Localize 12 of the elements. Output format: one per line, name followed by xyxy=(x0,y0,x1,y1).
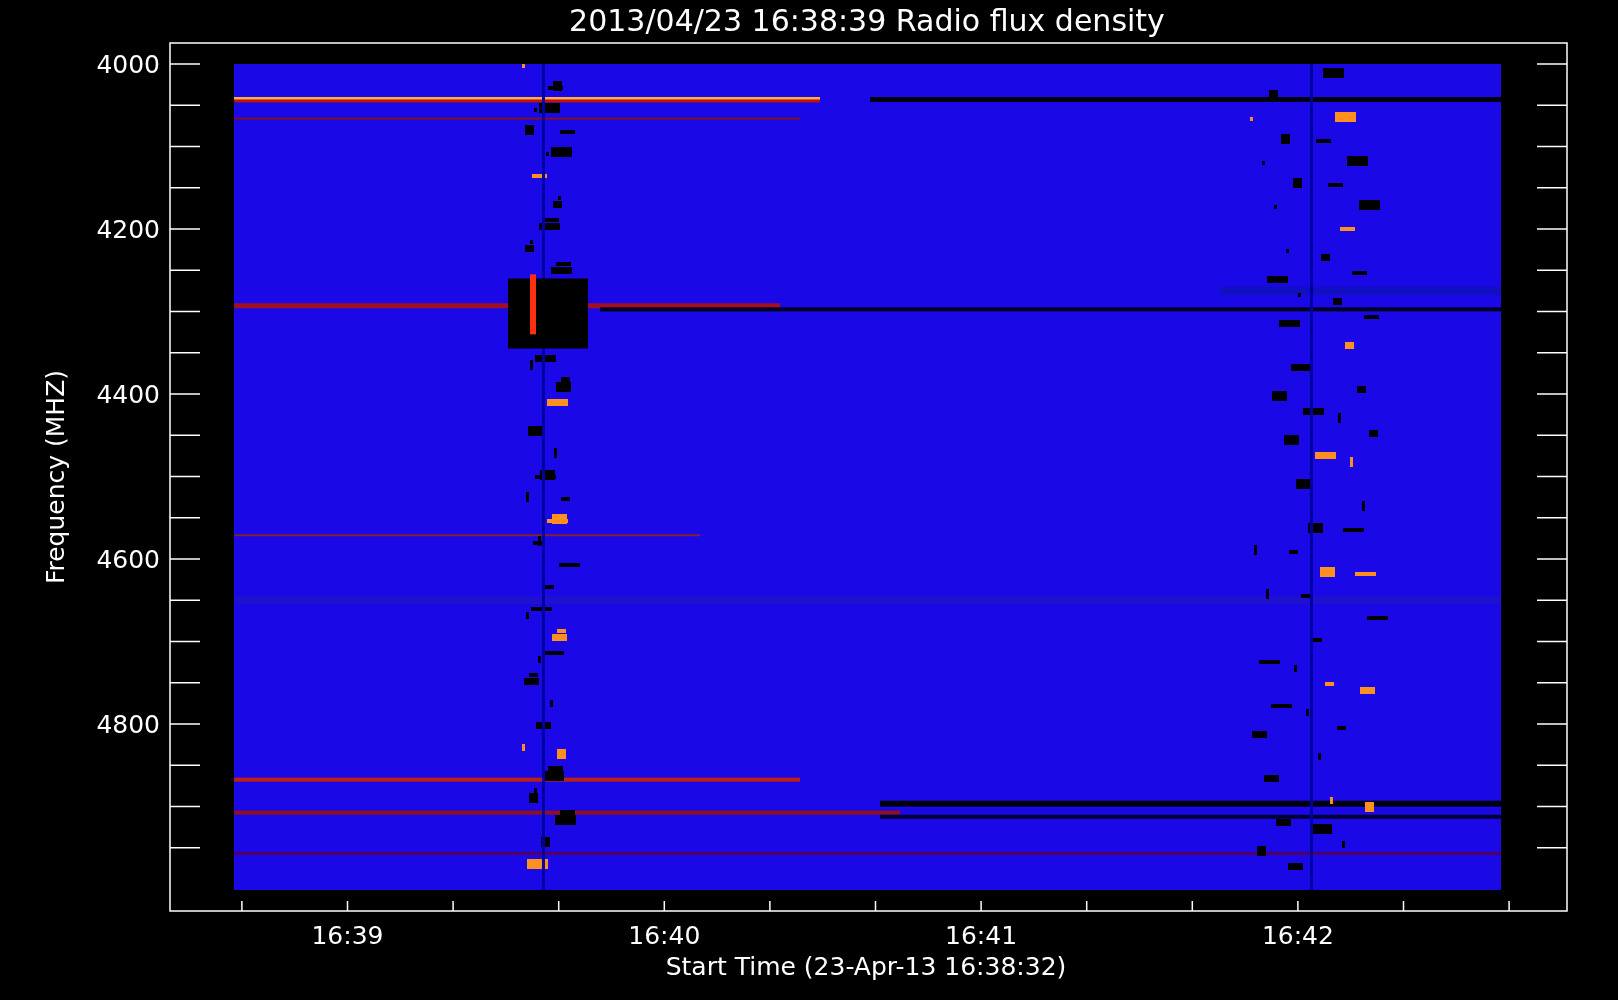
x-tick-label: 16:42 xyxy=(1261,921,1334,950)
y-tick-label: 4200 xyxy=(96,215,160,244)
y-tick-label: 4400 xyxy=(96,380,160,409)
y-tick-label: 4000 xyxy=(96,50,160,79)
x-tick-label: 16:40 xyxy=(628,921,701,950)
y-axis-label: Frequency (MHZ) xyxy=(41,369,70,585)
x-tick-label: 16:39 xyxy=(311,921,384,950)
y-tick-label: 4800 xyxy=(96,710,160,739)
x-tick-label: 16:41 xyxy=(945,921,1018,950)
plot-title: 2013/04/23 16:38:39 Radio flux density xyxy=(569,3,1165,38)
y-tick-label: 4600 xyxy=(96,545,160,574)
x-axis-label: Start Time (23-Apr-13 16:38:32) xyxy=(665,952,1067,981)
